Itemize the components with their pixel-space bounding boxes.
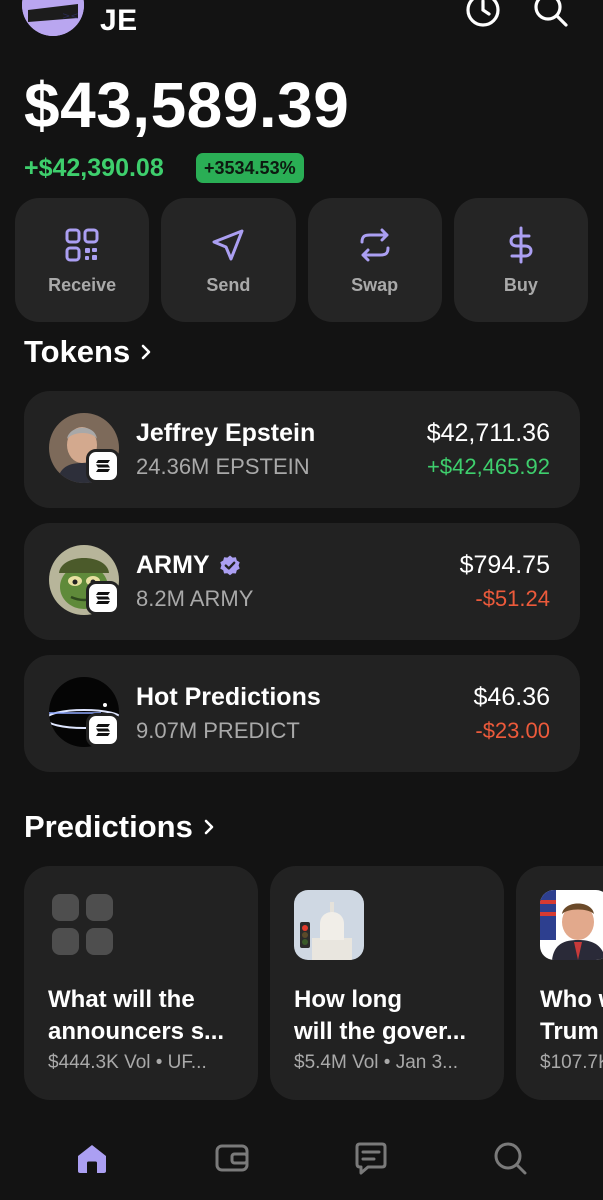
token-name: ARMY	[136, 551, 242, 580]
prediction-card[interactable]: What will the announcers s... $444.3K Vo…	[24, 866, 258, 1100]
portrait-icon	[540, 890, 603, 960]
token-change: +$42,465.92	[427, 454, 550, 479]
history-icon[interactable]	[463, 0, 503, 30]
prediction-card[interactable]: How long will the gover... $5.4M Vol • J…	[270, 866, 504, 1100]
buy-label: Buy	[503, 274, 538, 295]
home-icon	[78, 1145, 106, 1173]
prediction-title: What will the announcers s...	[48, 986, 225, 1045]
chain-badge	[86, 713, 120, 747]
token-row-army[interactable]: ARMY 8.2M ARMY $794.75 -$51.24	[24, 523, 580, 640]
token-change: -$23.00	[475, 718, 550, 743]
qr-code-icon	[65, 228, 99, 261]
search-icon	[494, 1142, 527, 1175]
predictions-section-header[interactable]: Predictions	[24, 809, 219, 845]
prediction-image	[48, 890, 118, 960]
prediction-title: How long will the gover...	[294, 986, 467, 1045]
grid-placeholder-icon	[52, 894, 113, 955]
swap-icon	[360, 228, 390, 261]
tokens-section-header[interactable]: Tokens	[24, 334, 156, 370]
token-row-hot-predictions[interactable]: Hot Predictions 9.07M PREDICT $46.36 -$2…	[24, 655, 580, 772]
chevron-right-icon	[141, 344, 151, 360]
solana-icon	[96, 460, 110, 472]
portfolio-balance: $43,589.39	[24, 69, 350, 141]
wallet-icon	[215, 1144, 249, 1172]
solana-icon	[96, 592, 110, 604]
token-value: $46.36	[473, 683, 550, 711]
chat-icon	[355, 1142, 387, 1175]
chain-badge	[86, 449, 120, 483]
token-name: Hot Predictions	[136, 683, 321, 711]
receive-label: Receive	[48, 274, 117, 295]
prediction-image	[294, 890, 364, 960]
buy-button[interactable]: Buy	[453, 198, 588, 322]
avatar-icon: ><	[22, 0, 84, 36]
dollar-icon	[509, 226, 533, 263]
prediction-meta: $107.7K	[540, 1052, 603, 1073]
capitol-building-icon	[294, 890, 364, 960]
token-amount: 24.36M EPSTEIN	[136, 454, 310, 479]
account-avatar[interactable]: ><	[22, 0, 84, 36]
send-label: Send	[206, 274, 251, 295]
bottom-nav	[0, 1120, 603, 1200]
swap-button[interactable]: Swap	[307, 198, 442, 322]
token-change: -$51.24	[475, 586, 550, 611]
token-amount: 8.2M ARMY	[136, 586, 254, 611]
account-name[interactable]: JE	[100, 4, 138, 38]
send-icon	[212, 229, 244, 260]
receive-button[interactable]: Receive	[15, 198, 150, 322]
wallet-home-screen: >< JE $43,589.39 +$42,390.08 +3534.53% R…	[0, 0, 603, 1200]
nav-wallet[interactable]	[212, 1138, 252, 1178]
tokens-title: Tokens	[24, 334, 131, 369]
token-row-epstein[interactable]: Jeffrey Epstein 24.36M EPSTEIN $42,711.3…	[24, 391, 580, 508]
nav-home[interactable]	[72, 1138, 112, 1178]
nav-messages[interactable]	[351, 1138, 391, 1178]
svg-text:><: ><	[62, 11, 79, 22]
prediction-image	[540, 890, 603, 960]
prediction-meta: $444.3K Vol • UF...	[48, 1052, 207, 1073]
token-value: $42,711.36	[426, 419, 550, 447]
token-name: Jeffrey Epstein	[136, 419, 316, 447]
portfolio-change-percent-badge: +3534.53%	[196, 153, 304, 183]
verified-badge-icon	[219, 555, 240, 575]
prediction-card[interactable]: Who w Trum $107.7K	[516, 866, 603, 1100]
quick-actions: Receive Send Swap Buy	[15, 198, 588, 322]
swap-label: Swap	[351, 274, 399, 295]
predictions-title: Predictions	[24, 809, 193, 844]
chevron-right-icon	[204, 819, 214, 835]
chain-badge	[86, 581, 120, 615]
token-amount: 9.07M PREDICT	[136, 718, 300, 743]
prediction-title: Who w Trum	[540, 986, 603, 1045]
prediction-meta: $5.4M Vol • Jan 3...	[294, 1052, 459, 1073]
nav-search[interactable]	[490, 1138, 530, 1178]
solana-icon	[96, 724, 110, 736]
token-value: $794.75	[459, 551, 550, 579]
portfolio-change-amount: +$42,390.08	[24, 154, 164, 182]
search-icon[interactable]	[531, 0, 571, 30]
send-button[interactable]: Send	[161, 198, 296, 322]
